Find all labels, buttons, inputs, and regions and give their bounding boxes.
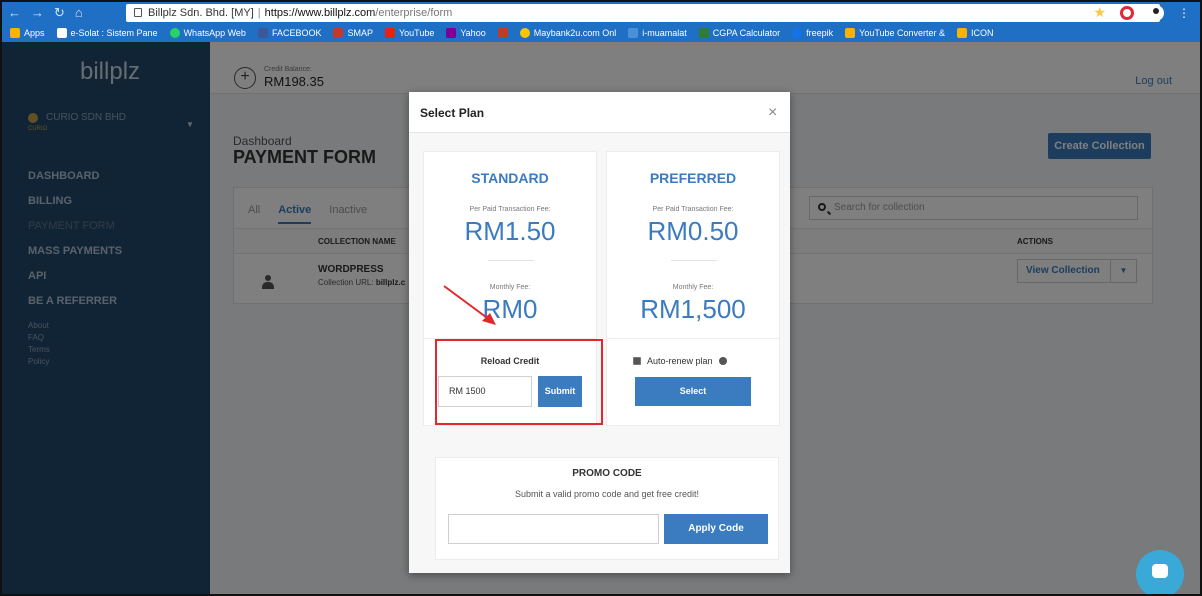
promo-code-section: PROMO CODE Submit a valid promo code and… (435, 457, 779, 560)
shield-icon (333, 28, 344, 38)
chat-bubble-icon[interactable] (1136, 550, 1184, 594)
screenshot-frame: ← → ↻ ⌂ Billplz Sdn. Bhd. [MY] | https://w… (0, 0, 1202, 596)
transaction-fee-label: Per Paid Transaction Fee: (652, 206, 734, 213)
auto-renew-checkbox[interactable]: Auto-renew plan (633, 356, 727, 366)
lock-icon (134, 8, 142, 17)
youtube-icon (384, 28, 395, 38)
bookmark-youtube[interactable]: YouTube (384, 28, 434, 38)
bookmark-facebook[interactable]: FACEBOOK (257, 28, 321, 38)
monthly-fee-value: RM1,500 (640, 294, 746, 324)
folder-icon (957, 28, 968, 38)
yahoo-icon (446, 28, 457, 38)
whatsapp-icon (169, 28, 180, 38)
plan-section-divider (607, 338, 779, 339)
promo-code-input[interactable] (448, 514, 659, 544)
browser-actions: ★ ⋮ (1093, 4, 1190, 21)
calculator-icon (698, 28, 709, 38)
annotation-highlight-box (435, 339, 603, 425)
url-host: https://www.billplz.com (264, 7, 376, 19)
plan-name: STANDARD (471, 170, 549, 186)
address-bar[interactable]: Billplz Sdn. Bhd. [MY] | https://www.billp… (126, 4, 1160, 22)
transaction-fee-value: RM0.50 (647, 216, 739, 246)
home-icon[interactable]: ⌂ (75, 5, 83, 21)
bookmarks-bar: Apps e-Solat : Sistem Pane WhatsApp Web … (2, 24, 1200, 42)
auto-renew-label: Auto-renew plan (647, 356, 713, 366)
promo-title: PROMO CODE (572, 468, 642, 479)
back-icon[interactable]: ← (8, 5, 21, 21)
modal-title: Select Plan (420, 106, 485, 120)
bookmark-youtube-converter[interactable]: YouTube Converter & (845, 28, 945, 38)
bookmark-shield[interactable] (497, 28, 508, 38)
bookmark-esolat[interactable]: e-Solat : Sistem Pane (56, 28, 158, 38)
menu-kebab-icon[interactable]: ⋮ (1178, 6, 1190, 20)
bookmark-whatsapp[interactable]: WhatsApp Web (169, 28, 246, 38)
url-path: /enterprise/form (375, 7, 453, 19)
freepik-icon (792, 28, 803, 38)
close-icon[interactable]: × (768, 104, 777, 122)
bookmark-icon-folder[interactable]: ICON (957, 28, 994, 38)
bookmark-yahoo[interactable]: Yahoo (446, 28, 486, 38)
opera-extension-icon[interactable] (1120, 5, 1134, 20)
folder-icon (845, 28, 856, 38)
card-icon (628, 28, 639, 38)
apps-grid-icon (10, 28, 20, 38)
transaction-fee-label: Per Paid Transaction Fee: (469, 206, 551, 213)
bookmark-smap[interactable]: SMAP (333, 28, 373, 38)
plan-card-preferred: PREFERRED Per Paid Transaction Fee: RM0.… (606, 151, 780, 426)
info-icon[interactable] (718, 357, 727, 365)
star-icon[interactable]: ★ (1093, 4, 1106, 21)
bookmark-cgpa[interactable]: CGPA Calculator (698, 28, 780, 38)
shield-icon (497, 28, 508, 38)
page-icon (56, 28, 67, 38)
annotation-arrow-icon (443, 285, 496, 325)
profile-icon[interactable] (1148, 4, 1164, 21)
browser-toolbar: ← → ↻ ⌂ Billplz Sdn. Bhd. [MY] | https://w… (2, 2, 1200, 24)
plan-name: PREFERRED (649, 170, 737, 186)
bookmark-apps[interactable]: Apps (10, 28, 45, 38)
bookmark-maybank[interactable]: Maybank2u.com Onl (519, 28, 616, 38)
bookmark-freepik[interactable]: freepik (792, 28, 833, 38)
reload-icon[interactable]: ↻ (54, 5, 65, 21)
monthly-fee-label: Monthly Fee: (672, 284, 714, 291)
tab-title: Billplz Sdn. Bhd. [MY] (148, 7, 254, 19)
plan-divider (671, 260, 717, 261)
facebook-icon (257, 28, 268, 38)
select-plan-modal: Select Plan × STANDARD Per Paid Transact… (409, 92, 790, 573)
promo-subtitle: Submit a valid promo code and get free c… (514, 489, 700, 499)
browser-nav: ← → ↻ ⌂ (8, 5, 83, 21)
bookmark-imuamalat[interactable]: i-muamalat (628, 28, 687, 38)
select-plan-button[interactable]: Select (635, 377, 751, 406)
forward-icon[interactable]: → (31, 5, 44, 21)
apply-code-button[interactable]: Apply Code (664, 514, 768, 544)
transaction-fee-value: RM1.50 (464, 216, 556, 246)
plan-divider (488, 260, 534, 261)
maybank-icon (519, 28, 530, 38)
checkbox-checked-icon[interactable] (633, 357, 641, 365)
